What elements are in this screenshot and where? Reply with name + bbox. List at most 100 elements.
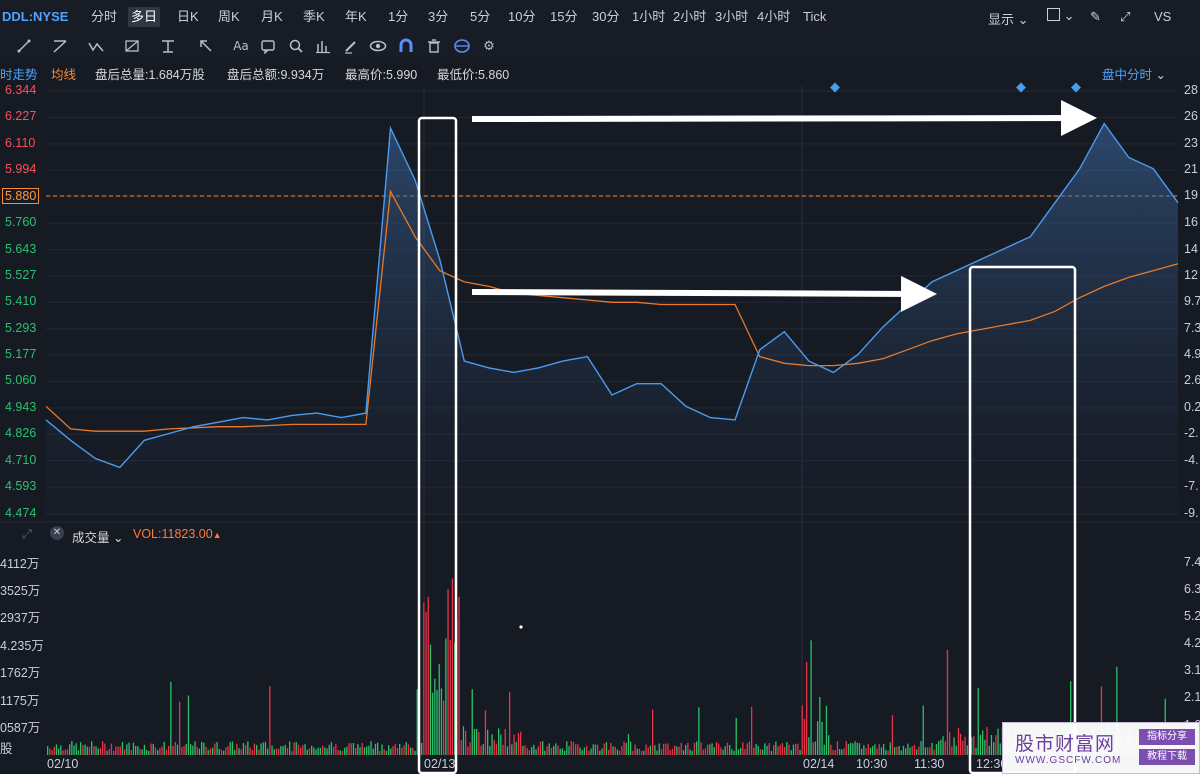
volume-bar (707, 744, 709, 755)
volume-bar (256, 744, 258, 755)
time-axis-label: 02/10 (47, 757, 79, 771)
volume-bar (271, 745, 273, 755)
price-volume-chart[interactable] (0, 0, 1200, 774)
volume-bar (214, 743, 216, 755)
volume-bar (990, 735, 993, 755)
expand-icon[interactable]: ⤢ (22, 527, 32, 542)
volume-bar (506, 746, 509, 755)
volume-bar (678, 746, 680, 755)
time-axis-label: 02/13 (424, 757, 456, 771)
volume-bar (357, 744, 359, 755)
volume-bar (126, 744, 128, 755)
volume-bar (324, 747, 326, 755)
volume-bar (443, 700, 445, 755)
volume-bar (561, 748, 564, 755)
volume-bar (581, 750, 583, 755)
volume-bar (999, 743, 1001, 755)
volume-bar (550, 748, 553, 755)
volume-bar (531, 747, 533, 755)
volume-bar (150, 743, 152, 755)
volume-bar (995, 735, 997, 755)
price-axis-label: 4.593 (5, 479, 37, 494)
volume-bar (385, 750, 388, 755)
volume-bar (632, 750, 634, 755)
volume-bar (588, 750, 590, 755)
volume-indicator-select[interactable]: 成交量 ⌄ (72, 527, 123, 546)
volume-bar (902, 745, 905, 755)
percent-axis-label: -2. (1184, 426, 1199, 441)
volume-bar (227, 746, 229, 755)
volume-bar (416, 689, 418, 755)
volume-bar (612, 746, 614, 755)
volume-bar (748, 741, 751, 755)
volume-bar (467, 746, 469, 755)
volume-bar (148, 750, 150, 755)
volume-bar (412, 747, 414, 755)
volume-bar (555, 743, 557, 755)
percent-axis-label: 21 (1184, 162, 1198, 177)
volume-bar (350, 743, 352, 755)
volume-bar (742, 742, 744, 755)
volume-bar (414, 751, 416, 755)
volume-bar (896, 746, 898, 755)
volume-bar (170, 681, 172, 755)
volume-bar (737, 749, 740, 755)
volume-bar (935, 744, 938, 755)
volume-bar (812, 742, 814, 755)
volume-bar (693, 742, 696, 755)
volume-bar (601, 748, 603, 755)
volume-bar (777, 746, 779, 755)
volume-bar (579, 747, 581, 755)
volume-bar (594, 744, 597, 755)
volume-bar (597, 744, 599, 755)
volume-bar (951, 746, 953, 755)
volume-bar (58, 748, 60, 755)
volume-bar (784, 746, 786, 755)
volume-axis-label: 4.235万 (0, 639, 44, 653)
volume-bar (513, 734, 515, 755)
volume-bar (260, 743, 262, 755)
watermark-logo: 股市财富网 WWW.GSCFW.COM 指标分享 教程下载 (1002, 722, 1200, 774)
volume-bar (82, 745, 84, 755)
volume-bar (663, 744, 665, 755)
volume-bar (546, 746, 548, 755)
volume-bar (346, 746, 348, 755)
volume-bar (77, 750, 80, 755)
volume-bar (852, 743, 854, 755)
volume-bar (979, 734, 982, 755)
volume-bar (577, 744, 579, 755)
volume-bar (135, 746, 137, 755)
volume-bar (806, 662, 808, 755)
volume-bar (317, 747, 319, 755)
volume-bar (275, 748, 278, 755)
price-axis-label: 5.060 (5, 373, 37, 388)
volume-bar (110, 743, 113, 755)
volume-bar (753, 747, 755, 755)
volume-axis-label: 4112万 (0, 557, 40, 571)
volume-bar (487, 729, 489, 755)
volume-bar (168, 746, 170, 755)
volume-bar (819, 697, 821, 755)
price-axis-label: 4.826 (5, 426, 37, 441)
volume-bar (269, 686, 271, 755)
volume-bar (383, 749, 385, 755)
volume-bar (559, 748, 561, 755)
price-area-fill (46, 123, 1178, 514)
volume-bar (931, 742, 933, 755)
volume-bar (766, 745, 768, 755)
volume-bar (676, 746, 678, 755)
volume-bar (799, 749, 801, 755)
volume-bar (740, 747, 742, 755)
volume-title: 成交量 (72, 531, 110, 545)
volume-bar (544, 750, 546, 755)
volume-bar (121, 742, 124, 755)
volume-bar (982, 730, 984, 755)
volume-bar (165, 749, 168, 755)
volume-bar (502, 744, 504, 755)
volume-bar (451, 578, 454, 755)
volume-bar (304, 743, 306, 755)
close-icon[interactable]: ✕ (50, 526, 64, 540)
volume-right-axis-label: 6.3 (1184, 582, 1200, 596)
volume-bar (957, 727, 960, 755)
volume-bar (634, 744, 636, 755)
